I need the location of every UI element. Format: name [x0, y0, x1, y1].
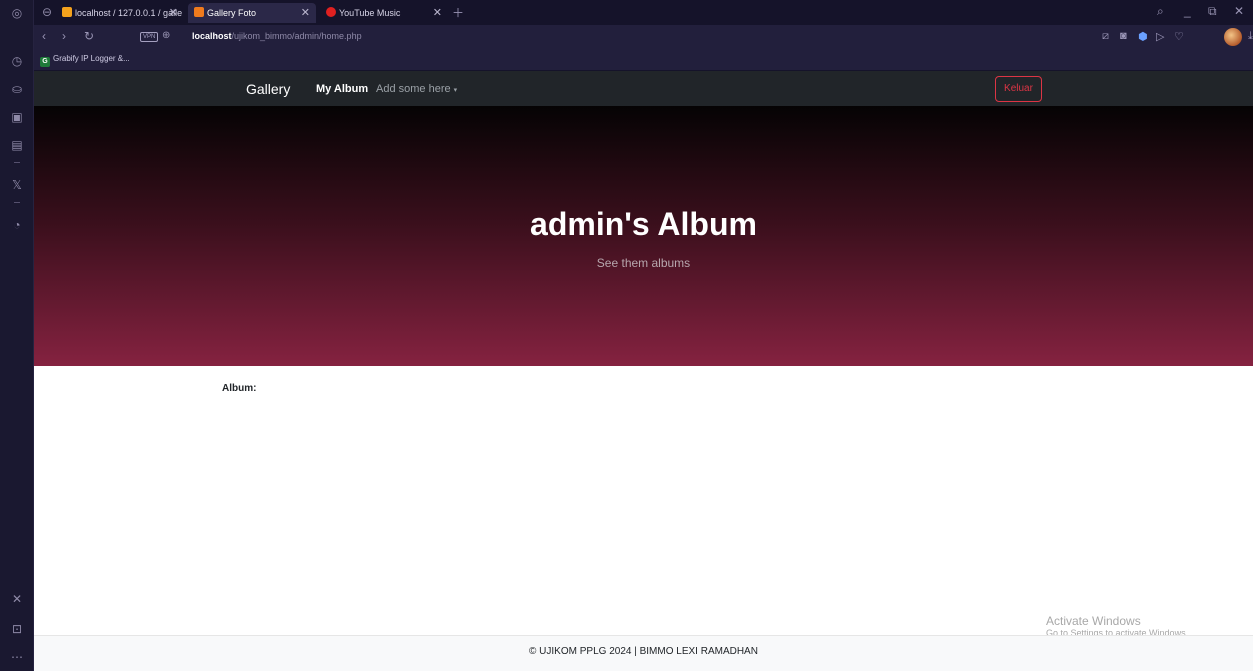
browser-sidebar: ◎ ◷ ⛀ ▣ ▤ 𝕏 ◔ ✕ ⊡ ⋯	[0, 0, 34, 671]
vpn-badge[interactable]: VPN	[140, 32, 159, 42]
reload-icon[interactable]: ↻	[84, 29, 94, 43]
bookmark-item[interactable]: G Grabify IP Logger &...	[40, 54, 130, 67]
caret-down-icon: ▾	[453, 87, 458, 94]
pin-icon[interactable]: ✕	[8, 590, 26, 608]
close-tab-icon[interactable]: ✕	[169, 3, 178, 23]
minimize-icon[interactable]: _	[1184, 4, 1191, 18]
opera-logo-icon[interactable]: ◎	[8, 4, 26, 22]
nav-link-my-album[interactable]: My Album	[316, 83, 368, 95]
extension-icon[interactable]: ▤	[8, 136, 26, 154]
new-tab-icon[interactable]: ＋	[452, 4, 464, 21]
browser-window: ◎ ◷ ⛀ ▣ ▤ 𝕏 ◔ ✕ ⊡ ⋯ ⊖ localhost / 127.0.…	[0, 0, 1253, 671]
site-footer: © UJIKOM PPLG 2024 | BIMMO LEXI RAMADHAN	[34, 635, 1253, 671]
tab-menu-icon[interactable]: ⊖	[38, 3, 56, 21]
url-path: /ujikom_bimmo/admin/home.php	[231, 31, 362, 41]
page-subtitle: See them albums	[596, 256, 691, 270]
phpmyadmin-favicon-icon	[62, 7, 72, 17]
twitch-icon[interactable]: ▣	[8, 108, 26, 126]
history-icon[interactable]: ◔	[8, 216, 26, 234]
grabify-favicon-icon: G	[40, 57, 50, 67]
address-bar: ‹ › ↻ VPN ⊕ localhost/ujikom_bimmo/admin…	[34, 25, 1253, 49]
navbar-brand[interactable]: Gallery	[246, 81, 290, 97]
more-icon[interactable]: ⋯	[8, 648, 26, 666]
sidebar-separator	[14, 202, 20, 203]
avatar[interactable]	[1224, 28, 1242, 46]
tab-bar: ⊖ localhost / 127.0.0.1 / galle ✕ Galler…	[34, 0, 1253, 25]
tab-label: localhost / 127.0.0.1 / galle	[75, 8, 183, 18]
bookmark-label: Grabify IP Logger &...	[53, 54, 130, 63]
download-icon[interactable]: ⤓	[1248, 30, 1253, 43]
tab-gallery-foto[interactable]: Gallery Foto ✕	[188, 3, 316, 23]
tab-phpmyadmin[interactable]: localhost / 127.0.0.1 / galle ✕	[56, 3, 184, 23]
shopping-bag-icon[interactable]: ⛀	[8, 80, 26, 98]
youtube-music-favicon-icon	[326, 7, 336, 17]
site-navbar: Gallery My Album Add some here ▾ Keluar	[34, 71, 1253, 106]
close-tab-icon[interactable]: ✕	[301, 3, 310, 23]
page-title: admin's Album	[530, 206, 757, 242]
restore-icon[interactable]: ⧉	[1208, 4, 1217, 19]
hero-banner: admin's Album See them albums	[34, 106, 1253, 366]
back-icon[interactable]: ‹	[42, 29, 46, 43]
shield-icon[interactable]: ⬢	[1138, 30, 1148, 43]
snapshot-icon[interactable]: ◙	[1120, 30, 1127, 42]
sidebar-separator	[14, 162, 20, 163]
close-tab-icon[interactable]: ✕	[433, 3, 442, 23]
tab-label: YouTube Music	[339, 8, 401, 18]
bookmark-bar: G Grabify IP Logger &...	[34, 49, 1253, 71]
gallery-favicon-icon	[194, 7, 204, 17]
url-field[interactable]: localhost/ujikom_bimmo/admin/home.php	[192, 31, 362, 41]
activation-title: Activate Windows	[1046, 614, 1141, 628]
x-twitter-icon[interactable]: 𝕏	[8, 176, 26, 194]
play-icon[interactable]: ▷	[1156, 30, 1164, 43]
footer-text: © UJIKOM PPLG 2024 | BIMMO LEXI RAMADHAN	[529, 646, 758, 657]
page-viewport: Gallery My Album Add some here ▾ Keluar …	[34, 71, 1253, 671]
close-window-icon[interactable]: ✕	[1234, 4, 1244, 18]
site-info-icon[interactable]: ⊕	[162, 30, 170, 41]
gallery-icon[interactable]: ⊡	[8, 620, 26, 638]
nav-dropdown-add[interactable]: Add some here ▾	[376, 83, 457, 95]
heart-icon[interactable]: ♡	[1174, 30, 1184, 43]
album-heading: Album:	[222, 383, 257, 394]
tab-label: Gallery Foto	[207, 8, 257, 18]
logout-button[interactable]: Keluar	[995, 76, 1042, 102]
easy-setup-icon[interactable]: ⧄	[1102, 30, 1109, 43]
search-tabs-icon[interactable]: ⌕	[1157, 4, 1164, 19]
forward-icon[interactable]: ›	[62, 29, 66, 43]
url-host: localhost	[192, 31, 232, 41]
speed-dial-icon[interactable]: ◷	[8, 52, 26, 70]
tab-youtube-music[interactable]: YouTube Music ✕	[320, 3, 448, 23]
nav-dropdown-label: Add some here	[376, 83, 451, 95]
